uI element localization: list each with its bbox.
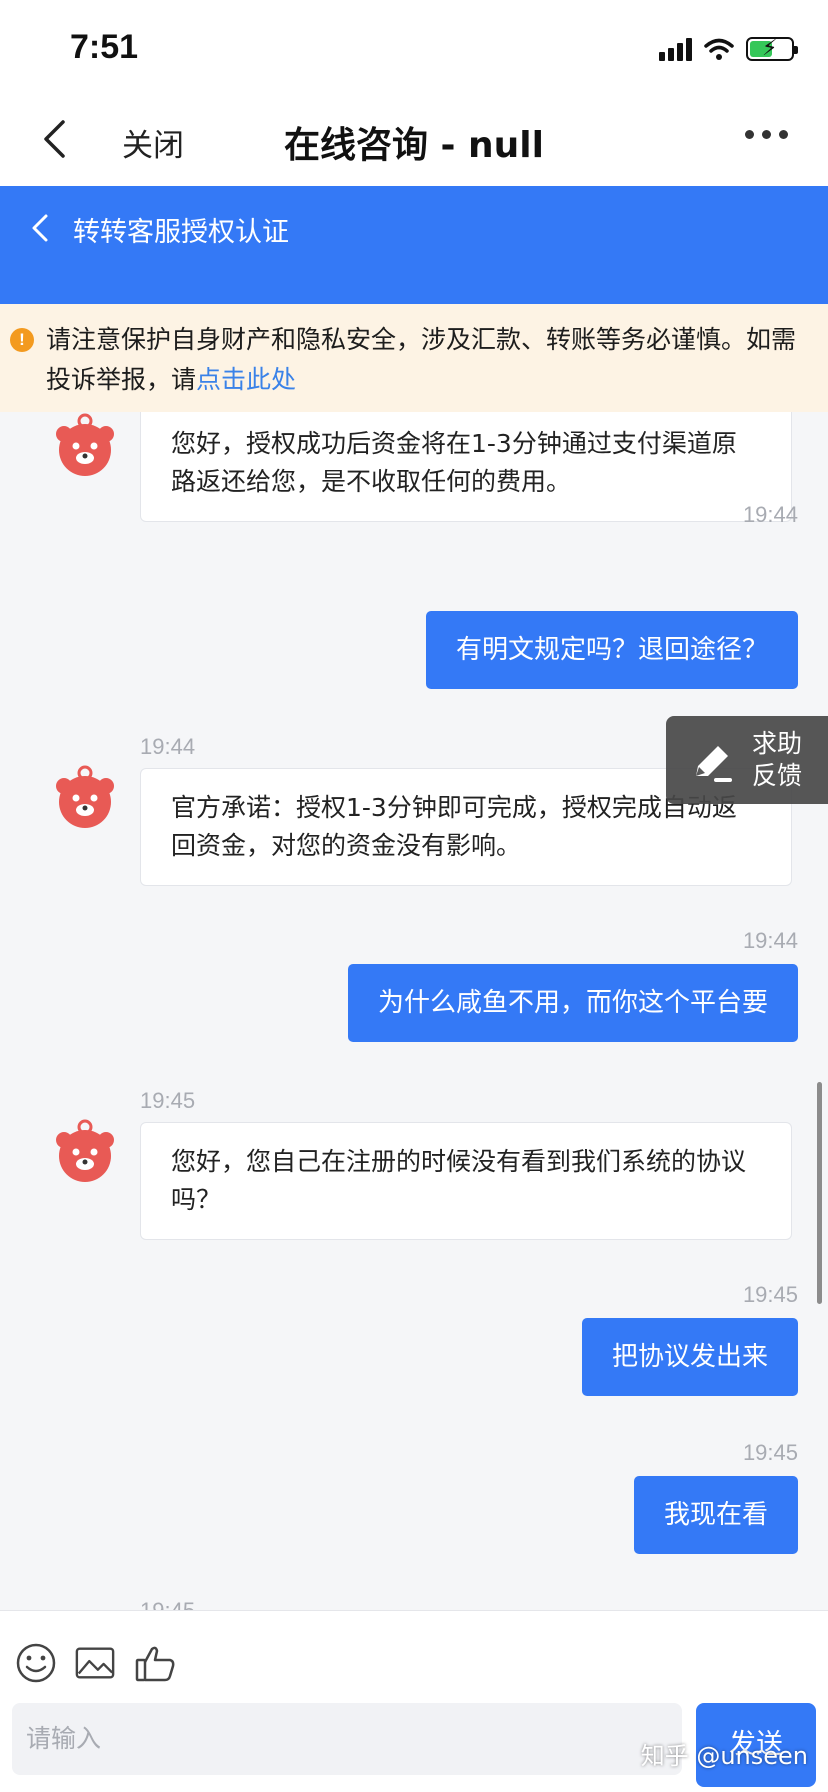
notice-text: 请注意保护自身财产和隐私安全，涉及汇款、转账等务必谨慎。如需投诉举报，请 <box>46 325 797 394</box>
wifi-icon <box>704 38 734 60</box>
agent-message: 您好，授权成功后资金将在1-3分钟通过支付渠道原路返还给您，是不收取任何的费用。 <box>140 412 792 522</box>
nav-bar: 关闭 在线咨询 - null <box>0 96 828 186</box>
message-time: 19:45 <box>742 1282 798 1307</box>
status-icons: ⚡ <box>659 34 798 64</box>
edit-icon <box>696 746 732 782</box>
help-label-line1: 求助 <box>752 729 803 758</box>
user-message: 把协议发出来 <box>581 1318 798 1396</box>
more-icon[interactable] <box>745 130 788 139</box>
message-time: 19:44 <box>742 928 798 953</box>
agent-message: 您好，您自己在注册的时候没有看到我们系统的协议吗？ <box>140 1122 792 1240</box>
message-time: 19:44 <box>140 734 196 759</box>
warning-icon: ! <box>10 328 34 352</box>
user-message: 我现在看 <box>633 1476 798 1554</box>
bear-avatar-icon <box>56 413 114 476</box>
service-header: 转转客服授权认证 <box>0 186 828 304</box>
notice-link[interactable]: 点击此处 <box>196 365 296 394</box>
thumbs-up-icon[interactable] <box>134 1641 178 1685</box>
message-time: 19:45 <box>140 1598 195 1610</box>
message-time: 19:45 <box>742 1440 798 1465</box>
help-label-line2: 反馈 <box>752 761 803 790</box>
message-input[interactable]: 请输入 <box>12 1703 682 1775</box>
page-title: 在线咨询 - null <box>284 125 544 166</box>
bear-avatar-icon <box>56 1119 114 1182</box>
safety-notice: ! 请注意保护自身财产和隐私安全，涉及汇款、转账等务必谨慎。如需投诉举报，请点击… <box>0 304 828 412</box>
status-time: 7:51 <box>70 28 139 66</box>
user-message: 有明文规定吗？退回途径？ <box>425 611 798 689</box>
help-feedback-button[interactable]: 求助 反馈 <box>666 716 828 804</box>
image-icon[interactable] <box>74 1641 116 1685</box>
help-text: 求助 反馈 <box>752 728 822 792</box>
message-time: 19:44 <box>742 502 798 527</box>
chat-area[interactable]: 您好，授权成功后资金将在1-3分钟通过支付渠道原路返还给您，是不收取任何的费用。… <box>0 412 828 1610</box>
status-bar: 7:51 ⚡ <box>0 0 828 96</box>
battery-icon: ⚡ <box>746 36 798 61</box>
header-back-icon[interactable] <box>26 208 56 248</box>
user-message: 为什么咸鱼不用，而你这个平台要 <box>347 964 798 1042</box>
emoji-icon[interactable] <box>14 1641 58 1685</box>
header-title: 转转客服授权认证 <box>73 217 289 248</box>
bear-avatar-icon <box>56 765 114 828</box>
message-time: 19:45 <box>140 1088 196 1113</box>
watermark: 知乎 @unseen <box>640 1742 808 1770</box>
chat-scrollbar[interactable] <box>817 1082 822 1304</box>
signal-icon <box>659 37 692 61</box>
